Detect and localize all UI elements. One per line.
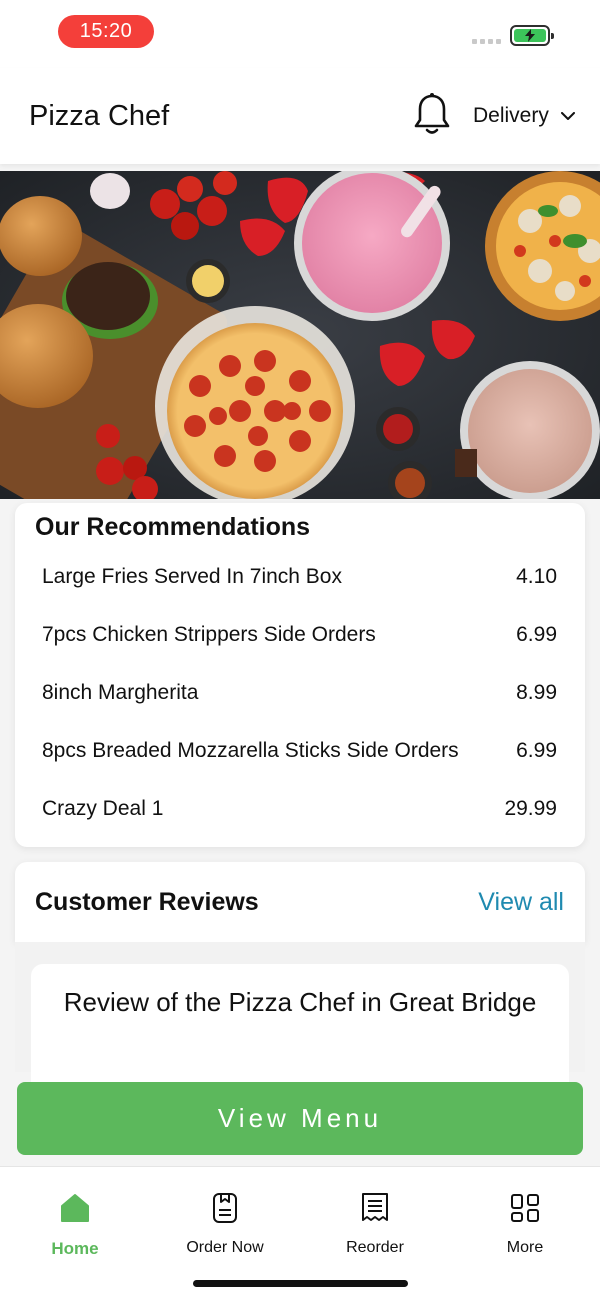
- tab-reorder[interactable]: Reorder: [315, 1189, 435, 1257]
- app-header: Pizza Chef Delivery: [0, 68, 600, 164]
- bottom-tab-bar: Home Order Now Reorder More: [0, 1166, 600, 1298]
- delivery-selector[interactable]: Delivery: [473, 104, 575, 128]
- home-icon: [61, 1194, 89, 1222]
- item-price: 8.99: [516, 681, 557, 704]
- tab-order-now[interactable]: Order Now: [165, 1189, 285, 1257]
- status-bar: 15:20: [0, 0, 600, 68]
- tab-home[interactable]: Home: [15, 1189, 135, 1259]
- item-price: 6.99: [516, 623, 557, 646]
- item-name: 7pcs Chicken Strippers Side Orders: [42, 623, 376, 646]
- item-name: 8pcs Breaded Mozzarella Sticks Side Orde…: [42, 739, 459, 762]
- order-icon: [213, 1193, 237, 1223]
- list-item[interactable]: Large Fries Served In 7inch Box 4.10: [42, 562, 557, 592]
- tab-label: More: [506, 1239, 544, 1256]
- tab-label: Order Now: [186, 1239, 264, 1256]
- tab-label: Home: [51, 1239, 99, 1258]
- view-all-link[interactable]: View all: [478, 888, 564, 917]
- signal-icon: [472, 39, 501, 44]
- item-price: 6.99: [516, 739, 557, 762]
- view-menu-button[interactable]: View Menu: [17, 1082, 583, 1155]
- reviews-carousel: Review of the Pizza Chef in Great Bridge: [15, 942, 585, 1094]
- grid-icon: [511, 1194, 539, 1222]
- tab-more[interactable]: More: [465, 1189, 585, 1257]
- status-time: 15:20: [58, 15, 154, 48]
- chevron-down-icon: [560, 111, 575, 120]
- list-item[interactable]: Crazy Deal 1 29.99: [42, 794, 557, 824]
- delivery-label: Delivery: [473, 104, 549, 127]
- home-indicator: [193, 1280, 408, 1287]
- list-item[interactable]: 7pcs Chicken Strippers Side Orders 6.99: [42, 620, 557, 650]
- receipt-icon: [362, 1193, 388, 1221]
- page-title: Pizza Chef: [29, 100, 170, 132]
- reviews-header: Customer Reviews View all: [15, 862, 585, 942]
- list-item[interactable]: 8inch Margherita 8.99: [42, 678, 557, 708]
- tab-label: Reorder: [346, 1239, 404, 1256]
- hero-banner: [0, 171, 600, 499]
- item-name: Large Fries Served In 7inch Box: [42, 565, 342, 588]
- battery-icon: [510, 25, 554, 46]
- recommendations-card: Our Recommendations Large Fries Served I…: [15, 503, 585, 847]
- review-card[interactable]: Review of the Pizza Chef in Great Bridge: [31, 964, 569, 1094]
- list-item[interactable]: 8pcs Breaded Mozzarella Sticks Side Orde…: [42, 736, 557, 766]
- reviews-title: Customer Reviews: [35, 888, 259, 916]
- item-name: Crazy Deal 1: [42, 797, 164, 820]
- review-card-title: Review of the Pizza Chef in Great Bridge: [63, 987, 537, 1017]
- recommendations-title: Our Recommendations: [35, 513, 311, 541]
- item-price: 29.99: [504, 797, 557, 820]
- item-name: 8inch Margherita: [42, 681, 199, 704]
- item-price: 4.10: [516, 565, 557, 588]
- bell-icon[interactable]: [412, 92, 452, 138]
